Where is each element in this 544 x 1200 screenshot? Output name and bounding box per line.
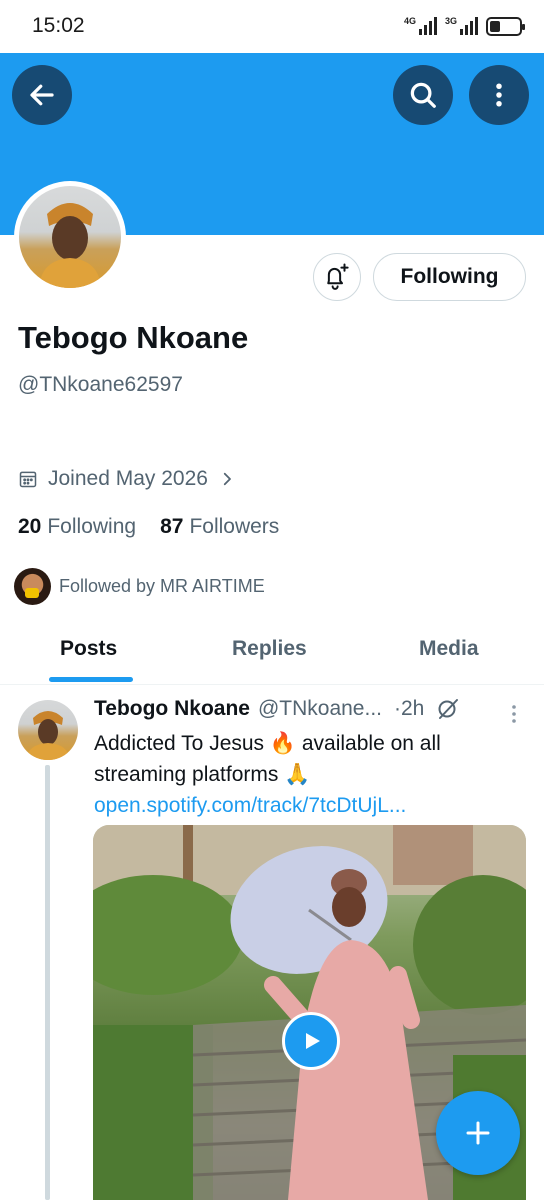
- status-bar: 15:02 4G 3G: [0, 0, 544, 53]
- more-vertical-icon: [496, 83, 502, 107]
- profile-tabs: Posts Replies Media: [0, 625, 544, 685]
- battery-icon: [486, 16, 525, 36]
- follow-stats: 20 Following 87 Followers: [18, 515, 279, 539]
- followed-by[interactable]: Followed by MR AIRTIME: [14, 568, 265, 605]
- thread-line: [45, 765, 50, 1200]
- post-author-handle[interactable]: @TNkoane...: [258, 697, 382, 721]
- profile-display-name: Tebogo Nkoane: [18, 320, 249, 355]
- tab-media[interactable]: Media: [419, 637, 479, 661]
- following-stat[interactable]: 20 Following: [18, 515, 136, 539]
- tab-replies[interactable]: Replies: [232, 637, 307, 661]
- profile-handle: @TNkoane62597: [18, 373, 183, 396]
- post-author-name[interactable]: Tebogo Nkoane: [94, 697, 250, 721]
- joined-date[interactable]: Joined May 2026: [18, 467, 236, 491]
- more-options-button[interactable]: [469, 65, 529, 125]
- bell-plus-icon: [327, 263, 349, 290]
- search-button[interactable]: [393, 65, 453, 125]
- play-video-button[interactable]: [282, 1012, 340, 1070]
- play-icon: [306, 1033, 320, 1049]
- followed-by-avatar: [14, 568, 51, 605]
- active-tab-indicator: [49, 677, 133, 682]
- post-time: ·2h: [393, 697, 425, 720]
- following-button[interactable]: Following: [373, 253, 526, 301]
- calendar-icon: [19, 471, 37, 488]
- compose-post-button[interactable]: [436, 1091, 520, 1175]
- chevron-right-icon: [223, 472, 231, 486]
- post-avatar[interactable]: [18, 700, 78, 760]
- status-time: 15:02: [32, 14, 85, 37]
- arrow-left-icon: [30, 84, 54, 106]
- post-text: Addicted To Jesus 🔥 available on all str…: [94, 728, 530, 821]
- avatar-image: [19, 186, 121, 288]
- signal-3g-icon: 3G: [445, 17, 478, 35]
- post-body: Addicted To Jesus 🔥 available on all str…: [94, 732, 441, 786]
- post-more-button[interactable]: [506, 702, 522, 731]
- profile-avatar[interactable]: [14, 181, 126, 293]
- tab-posts[interactable]: Posts: [60, 637, 117, 661]
- grok-icon[interactable]: [436, 697, 460, 721]
- joined-label: Joined May 2026: [48, 467, 208, 490]
- more-vertical-icon: [512, 705, 516, 723]
- status-icons: 4G 3G: [404, 14, 525, 38]
- followed-by-label: Followed by MR AIRTIME: [59, 576, 265, 596]
- post-header: Tebogo Nkoane @TNkoane... ·2h: [94, 697, 460, 721]
- plus-icon: [466, 1121, 490, 1145]
- followers-stat[interactable]: 87 Followers: [160, 515, 279, 539]
- search-icon: [410, 82, 436, 108]
- back-button[interactable]: [12, 65, 72, 125]
- signal-4g-icon: 4G: [404, 17, 437, 35]
- post-link[interactable]: open.spotify.com/track/7tcDtUjL...: [94, 794, 406, 817]
- notifications-bell-button[interactable]: [313, 253, 361, 301]
